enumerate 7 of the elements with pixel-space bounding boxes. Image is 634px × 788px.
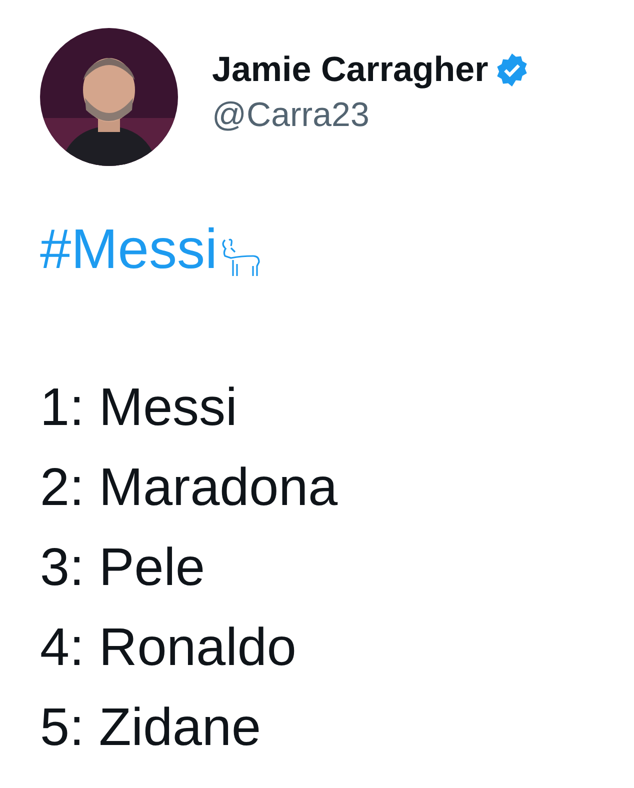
list-line: 3: Pele: [40, 536, 206, 599]
list-line: 1: Messi: [40, 376, 238, 439]
list-line: 5: Zidane: [40, 696, 262, 759]
author-handle[interactable]: @Carra23: [212, 96, 530, 134]
author-name[interactable]: Jamie Carragher: [212, 50, 488, 90]
list-line: 2: Maradona: [40, 456, 339, 519]
list-line: 4: Ronaldo: [40, 616, 298, 679]
